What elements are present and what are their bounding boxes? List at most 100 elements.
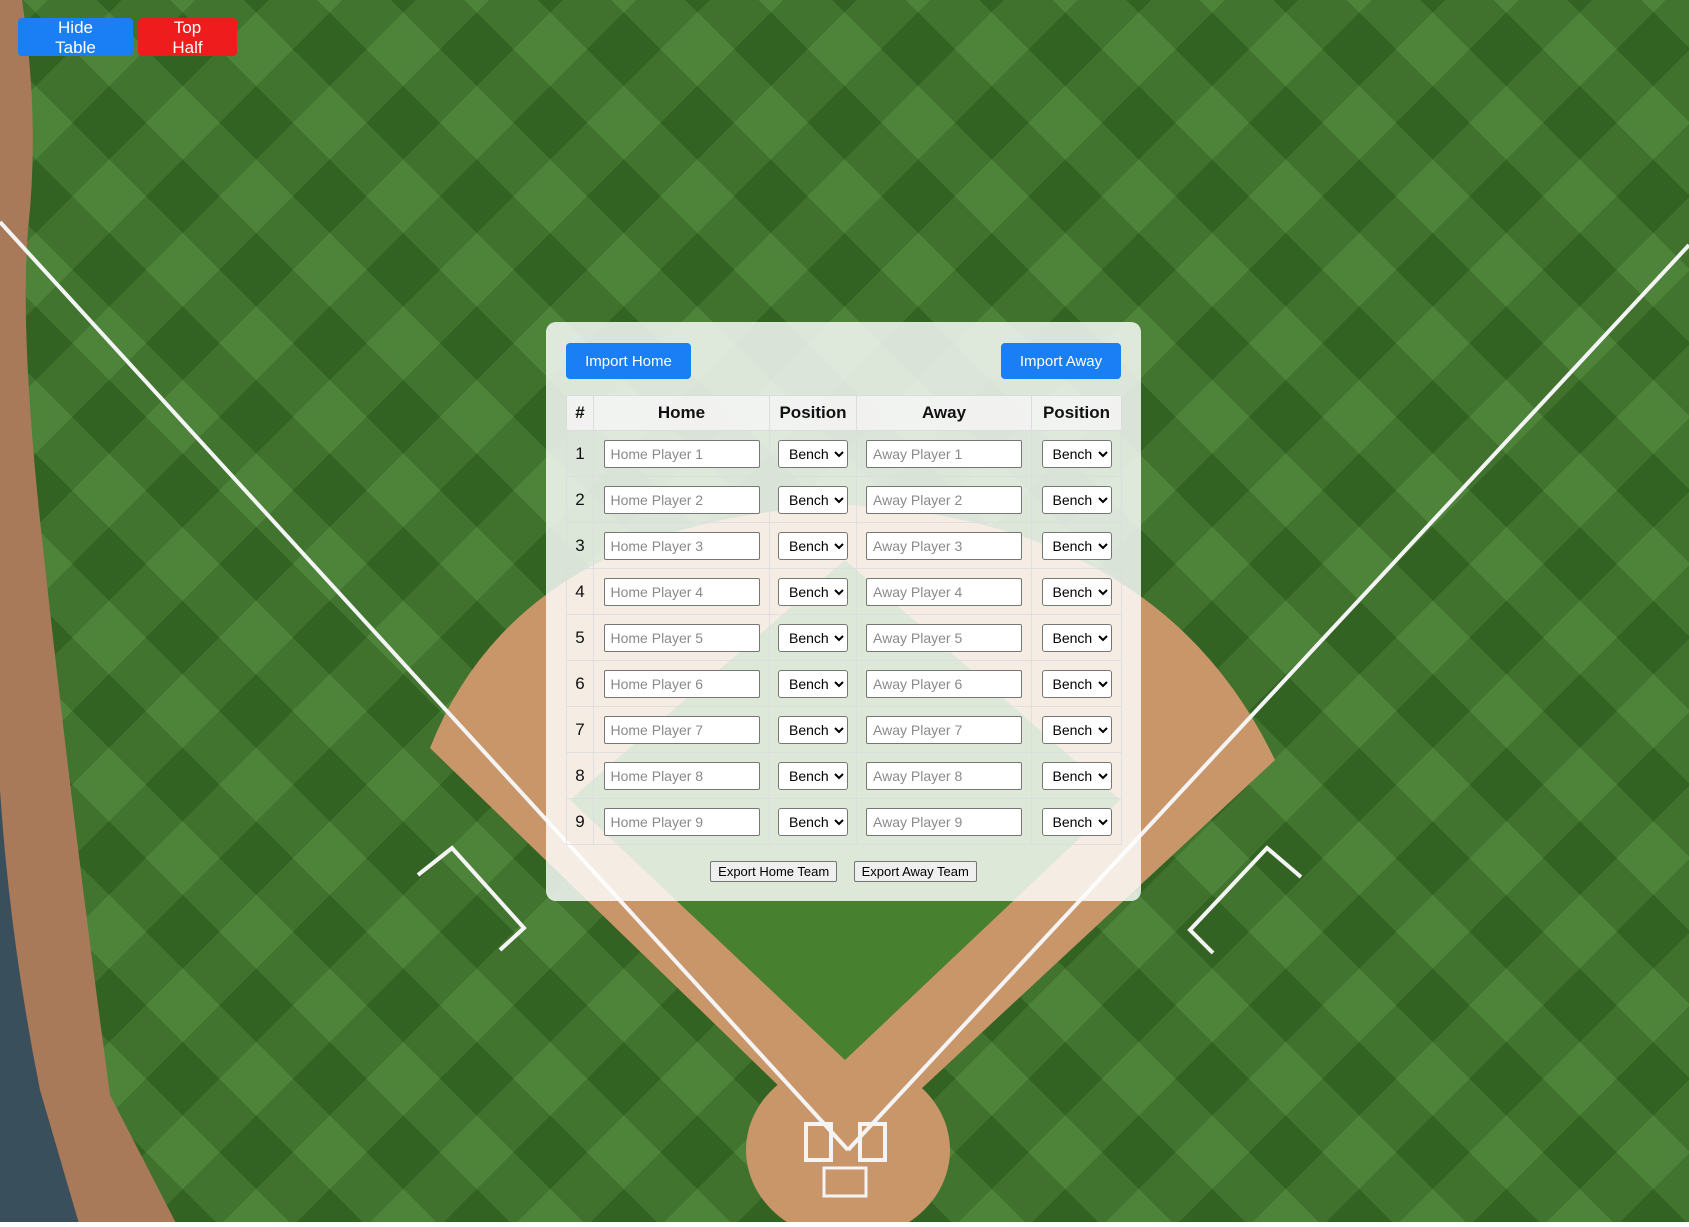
home-player-cell bbox=[593, 522, 770, 569]
lineup-panel: Import Home Import Away # Home Position … bbox=[546, 322, 1141, 901]
header-away: Away bbox=[856, 395, 1032, 431]
right-coach-box bbox=[1187, 845, 1303, 955]
home-position-select[interactable]: Bench bbox=[778, 485, 848, 514]
away-position-cell: Bench bbox=[1031, 430, 1122, 477]
away-player-cell bbox=[856, 706, 1032, 753]
away-player-input[interactable] bbox=[866, 577, 1022, 606]
home-player-input[interactable] bbox=[603, 623, 760, 652]
row-number: 2 bbox=[566, 476, 594, 523]
home-player-input[interactable] bbox=[603, 715, 760, 744]
home-player-cell bbox=[593, 430, 770, 477]
header-home: Home bbox=[593, 395, 770, 431]
home-player-cell bbox=[593, 752, 770, 799]
away-position-cell: Bench bbox=[1031, 522, 1122, 569]
away-player-input[interactable] bbox=[866, 715, 1022, 744]
home-player-cell bbox=[593, 798, 770, 845]
row-number: 1 bbox=[566, 430, 594, 477]
row-number: 4 bbox=[566, 568, 594, 615]
table-row: 4 Bench Bench bbox=[566, 568, 1122, 615]
away-position-cell: Bench bbox=[1031, 476, 1122, 523]
import-home-button[interactable]: Import Home bbox=[566, 343, 691, 379]
away-position-cell: Bench bbox=[1031, 614, 1122, 661]
table-row: 6 Bench Bench bbox=[566, 660, 1122, 707]
away-position-cell: Bench bbox=[1031, 568, 1122, 615]
away-position-cell: Bench bbox=[1031, 660, 1122, 707]
export-buttons: Export Home Team Export Away Team bbox=[546, 861, 1141, 882]
away-position-select[interactable]: Bench bbox=[1041, 807, 1112, 836]
export-home-team-button[interactable]: Export Home Team bbox=[710, 861, 838, 882]
away-player-input[interactable] bbox=[866, 531, 1022, 560]
away-player-input[interactable] bbox=[866, 439, 1022, 468]
home-position-cell: Bench bbox=[769, 660, 857, 707]
hide-table-button[interactable]: Hide Table bbox=[18, 18, 133, 57]
home-player-cell bbox=[593, 660, 770, 707]
away-position-select[interactable]: Bench bbox=[1041, 623, 1112, 652]
away-position-select[interactable]: Bench bbox=[1041, 715, 1112, 744]
home-position-cell: Bench bbox=[769, 568, 857, 615]
away-position-cell: Bench bbox=[1031, 706, 1122, 753]
home-player-input[interactable] bbox=[603, 669, 760, 698]
home-player-input[interactable] bbox=[603, 577, 760, 606]
away-position-cell: Bench bbox=[1031, 752, 1122, 799]
table-row: 9 Bench Bench bbox=[566, 798, 1122, 845]
away-player-cell bbox=[856, 430, 1032, 477]
home-position-cell: Bench bbox=[769, 752, 857, 799]
home-position-select[interactable]: Bench bbox=[778, 669, 848, 698]
row-number: 5 bbox=[566, 614, 594, 661]
row-number: 8 bbox=[566, 752, 594, 799]
away-player-cell bbox=[856, 568, 1032, 615]
home-position-cell: Bench bbox=[769, 476, 857, 523]
top-half-button[interactable]: Top Half bbox=[138, 18, 237, 57]
table-row: 2 Bench Bench bbox=[566, 476, 1122, 523]
away-player-cell bbox=[856, 614, 1032, 661]
home-position-select[interactable]: Bench bbox=[778, 807, 848, 836]
away-player-cell bbox=[856, 798, 1032, 845]
home-player-input[interactable] bbox=[603, 531, 760, 560]
away-position-select[interactable]: Bench bbox=[1041, 485, 1112, 514]
home-player-cell bbox=[593, 568, 770, 615]
away-position-select[interactable]: Bench bbox=[1041, 577, 1112, 606]
table-header-row: # Home Position Away Position bbox=[566, 395, 1122, 431]
row-number: 9 bbox=[566, 798, 594, 845]
home-position-select[interactable]: Bench bbox=[778, 761, 848, 790]
bottom-border bbox=[0, 1222, 1689, 1227]
table-row: 8 Bench Bench bbox=[566, 752, 1122, 799]
lineup-table: # Home Position Away Position 1 Bench Be… bbox=[566, 395, 1122, 845]
table-row: 3 Bench Bench bbox=[566, 522, 1122, 569]
away-position-cell: Bench bbox=[1031, 798, 1122, 845]
import-away-button[interactable]: Import Away bbox=[1001, 343, 1121, 379]
header-home-position: Position bbox=[769, 395, 857, 431]
home-player-input[interactable] bbox=[603, 761, 760, 790]
row-number: 7 bbox=[566, 706, 594, 753]
home-position-select[interactable]: Bench bbox=[778, 439, 848, 468]
home-player-input[interactable] bbox=[603, 807, 760, 836]
export-away-team-button[interactable]: Export Away Team bbox=[853, 861, 977, 882]
away-player-input[interactable] bbox=[866, 669, 1022, 698]
home-position-select[interactable]: Bench bbox=[778, 577, 848, 606]
home-position-select[interactable]: Bench bbox=[778, 715, 848, 744]
header-number: # bbox=[566, 395, 594, 431]
home-position-cell: Bench bbox=[769, 430, 857, 477]
away-player-input[interactable] bbox=[866, 485, 1022, 514]
home-player-input[interactable] bbox=[603, 439, 760, 468]
away-player-input[interactable] bbox=[866, 807, 1022, 836]
home-position-select[interactable]: Bench bbox=[778, 531, 848, 560]
home-player-input[interactable] bbox=[603, 485, 760, 514]
header-away-position: Position bbox=[1031, 395, 1122, 431]
away-player-cell bbox=[856, 522, 1032, 569]
home-position-select[interactable]: Bench bbox=[778, 623, 848, 652]
home-player-cell bbox=[593, 476, 770, 523]
away-position-select[interactable]: Bench bbox=[1041, 439, 1112, 468]
home-position-cell: Bench bbox=[769, 614, 857, 661]
away-position-select[interactable]: Bench bbox=[1041, 669, 1112, 698]
away-position-select[interactable]: Bench bbox=[1041, 761, 1112, 790]
away-position-select[interactable]: Bench bbox=[1041, 531, 1112, 560]
home-player-cell bbox=[593, 706, 770, 753]
away-player-input[interactable] bbox=[866, 623, 1022, 652]
home-position-cell: Bench bbox=[769, 522, 857, 569]
table-row: 5 Bench Bench bbox=[566, 614, 1122, 661]
away-player-cell bbox=[856, 752, 1032, 799]
away-player-cell bbox=[856, 476, 1032, 523]
home-player-cell bbox=[593, 614, 770, 661]
away-player-input[interactable] bbox=[866, 761, 1022, 790]
